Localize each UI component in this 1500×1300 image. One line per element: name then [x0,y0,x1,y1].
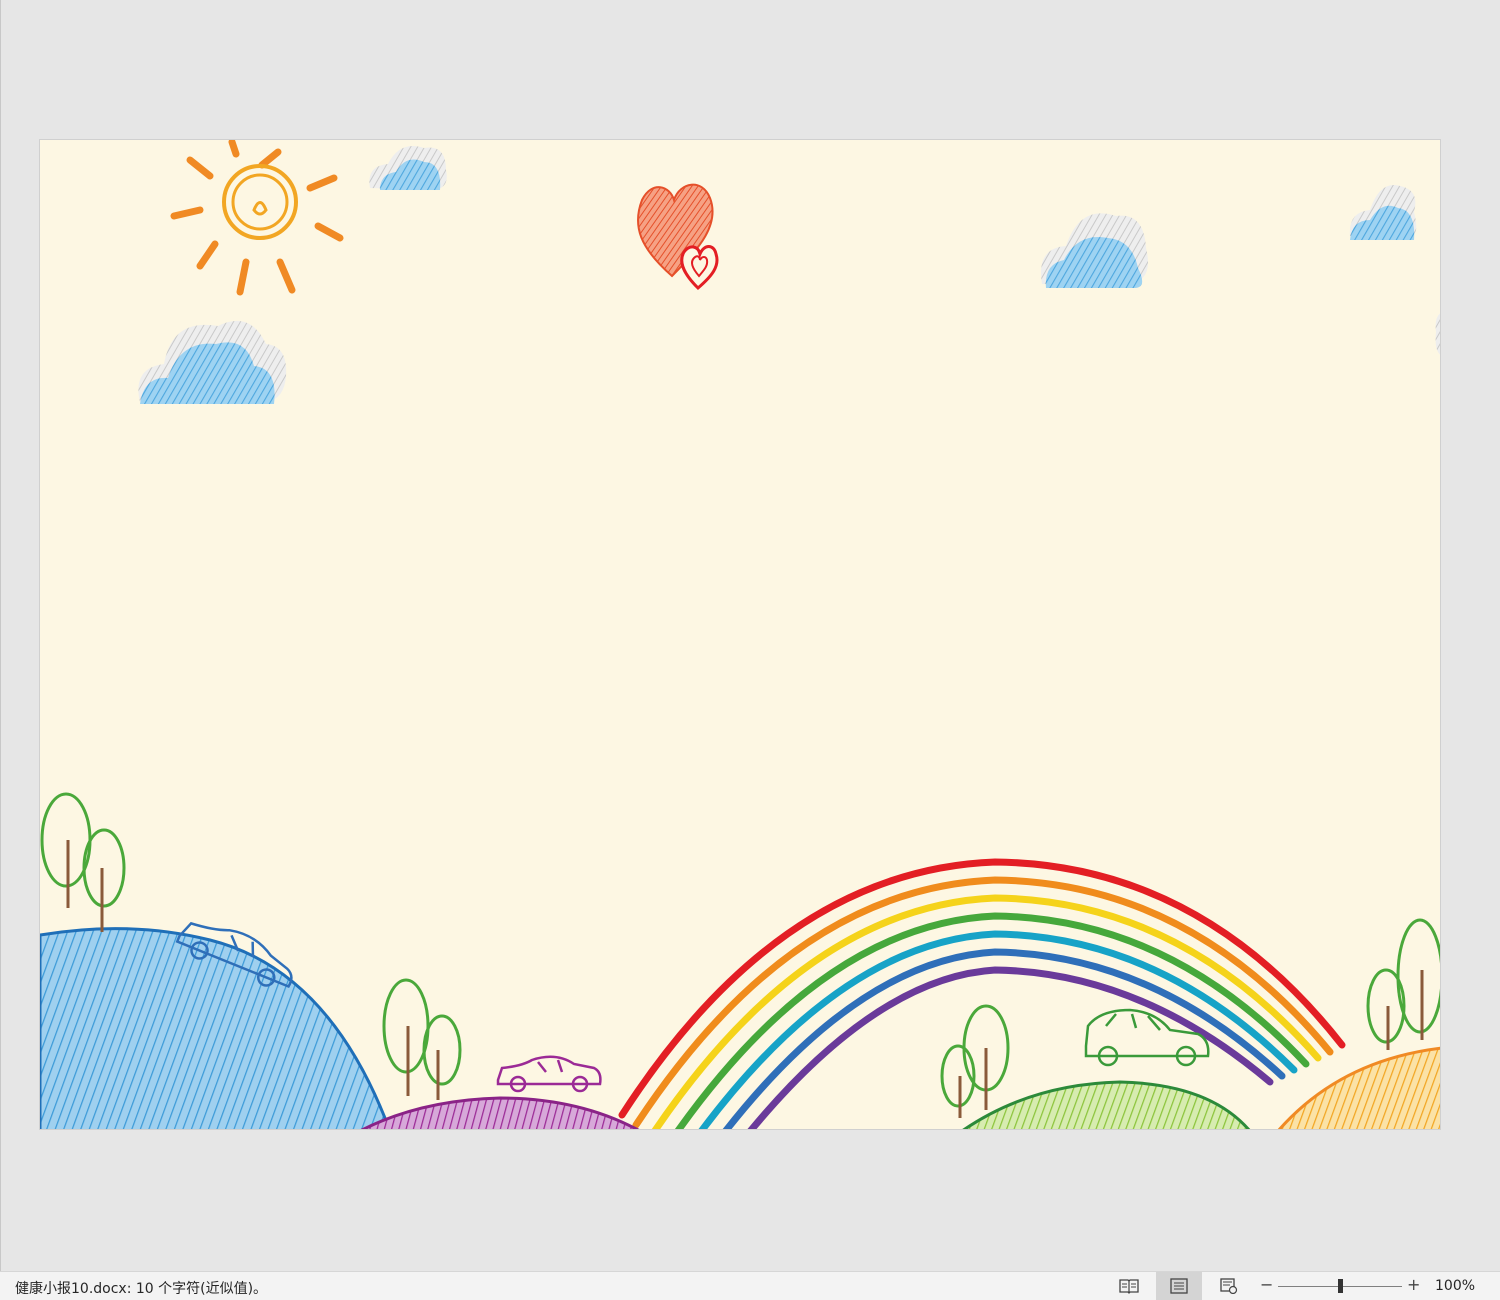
hill [360,1096,640,1129]
tree-icon [40,792,126,932]
web-page-icon [1220,1278,1238,1294]
page-illustration [40,140,1440,1129]
car-icon [496,1055,602,1093]
cloud-icon [138,320,287,404]
document-page[interactable] [39,139,1441,1130]
sun-icon [170,140,344,296]
page-lines-icon [1170,1278,1188,1294]
hill [40,927,391,1129]
heart-icon [637,183,719,291]
tree-icon [382,978,462,1100]
zoom-out-button[interactable]: − [1260,1275,1273,1294]
document-workspace[interactable] [0,0,1500,1271]
cloud-icon [369,146,447,190]
book-icon [1119,1279,1139,1294]
cloud-icon [1349,185,1417,240]
tree-icon [1366,918,1440,1050]
print-layout-button[interactable] [1156,1272,1202,1300]
zoom-slider-thumb[interactable] [1337,1279,1343,1293]
tree-icon [940,1004,1010,1118]
word-count-status[interactable]: 健康小报10.docx: 10 个字符(近似值)。 [15,1278,267,1298]
cloud-icon [1041,213,1148,288]
cloud-icon [1435,313,1440,355]
zoom-in-button[interactable]: + [1407,1275,1420,1294]
status-bar: 健康小报10.docx: 10 个字符(近似值)。 − + 100% [0,1271,1500,1300]
zoom-level[interactable]: 100% [1435,1278,1475,1294]
web-layout-button[interactable] [1206,1272,1252,1300]
car-icon [1084,1008,1210,1067]
hill [962,1080,1251,1129]
read-mode-button[interactable] [1106,1272,1152,1300]
